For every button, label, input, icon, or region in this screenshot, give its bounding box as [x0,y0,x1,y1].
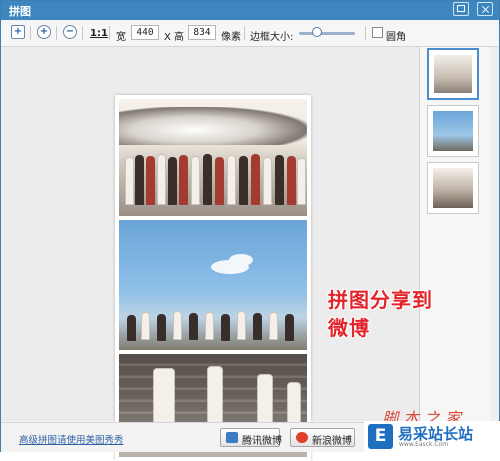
sina-weibo-button[interactable]: 新浪微博 [290,428,355,447]
slider-thumb[interactable] [312,27,322,37]
figure [191,156,200,205]
figure [125,157,134,205]
figure [168,157,177,205]
unit-label: 像素 [221,32,241,43]
restore-button[interactable] [453,2,469,16]
figure [146,156,155,205]
toolbar: + + − 1:1 宽 440 X 高 834 像素 边框大小: 圆角 [1,21,499,47]
figure [221,314,230,341]
zoom-in-icon[interactable]: + [37,25,51,39]
figure [135,155,144,205]
figure [203,154,212,205]
thumbnail-3[interactable] [427,162,479,214]
border-size-slider[interactable] [299,32,355,35]
thumbnail-2[interactable] [427,105,479,157]
collage-preview[interactable] [115,95,311,461]
thumbnail-image [433,168,473,208]
rounded-label: 圆角 [386,32,406,43]
tencent-weibo-button[interactable]: 腾讯微博 [220,428,282,447]
toolbar-divider [82,26,83,40]
figure [257,374,273,426]
thumbnail-scrollbar[interactable] [491,47,499,421]
window-title: 拼图 [9,5,31,18]
advanced-collage-link[interactable]: 高级拼图请使用美图秀秀 [19,432,124,446]
figure [207,366,223,426]
figure [157,314,166,341]
height-label: X 高 [164,32,185,43]
figure [253,313,262,340]
zoom-out-icon[interactable]: − [63,25,77,39]
figure [179,155,188,205]
figure [263,157,272,205]
border-size-label: 边框大小: [250,32,294,43]
beach-photo[interactable] [119,99,307,216]
title-bar: 拼图 [1,1,499,20]
figure [269,312,278,340]
figure [297,158,306,205]
toolbar-divider [244,26,245,40]
site-logo-icon: E [368,424,393,449]
thumbnail-panel [420,47,499,421]
cloud [229,254,253,266]
thumbnail-image [433,111,473,151]
close-button[interactable] [477,2,493,16]
thumbnail-image [434,55,472,93]
rounded-checkbox[interactable] [372,27,383,38]
toolbar-divider [365,26,366,40]
canvas-area [1,47,420,461]
figure [157,154,166,205]
plus-square-icon[interactable]: + [11,25,25,39]
share-caption-line2: 微博 [328,316,370,340]
sina-weibo-label: 新浪微博 [312,436,352,447]
figure [287,382,301,426]
figure [251,154,260,205]
figure [285,314,294,341]
figure [237,311,246,340]
tencent-weibo-label: 腾讯微博 [242,436,282,447]
collage-window: 拼图 + + − 1:1 宽 440 X 高 834 像素 边框大小: 圆角 高… [0,0,500,461]
toolbar-divider [109,26,110,40]
figure [275,155,284,205]
share-caption: 拼图分享到 微博 [328,286,433,342]
actual-size-button[interactable]: 1:1 [90,28,108,39]
figure [287,156,296,205]
thumbnail-1[interactable] [427,48,479,100]
width-input[interactable]: 440 [131,25,159,40]
sina-weibo-icon [296,432,308,443]
figure [239,156,248,205]
height-input[interactable]: 834 [188,25,216,40]
figure [173,311,182,340]
width-label: 宽 [116,32,126,43]
toolbar-divider [30,26,31,40]
figure [141,312,150,340]
tencent-weibo-icon [226,432,238,443]
site-watermark: E 易采站长站 www.Easck.Com [364,421,500,452]
figure [205,312,214,340]
site-url: www.Easck.Com [399,441,449,448]
share-caption-line1: 拼图分享到 [328,288,433,312]
bicycle-field-photo[interactable] [119,220,307,350]
figure [227,155,236,205]
toolbar-divider [56,26,57,40]
figure [215,157,224,205]
wave-spray [119,107,307,145]
figure [189,313,198,340]
figure [127,315,136,341]
